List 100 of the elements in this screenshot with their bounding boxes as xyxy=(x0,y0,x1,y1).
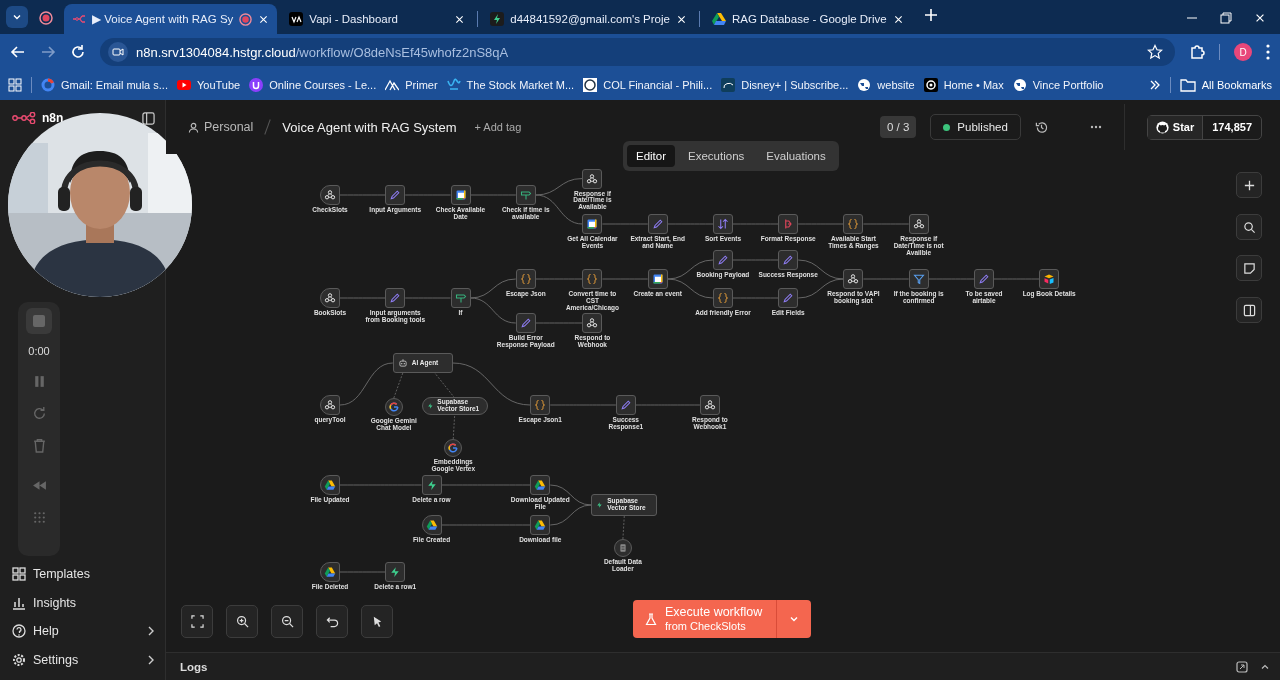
canvas-tool-button[interactable] xyxy=(1236,255,1262,281)
sidebar-item[interactable]: Insights xyxy=(12,588,155,617)
new-tab-icon[interactable] xyxy=(923,8,938,22)
grid-dots-icon[interactable] xyxy=(31,510,47,525)
workflow-node[interactable] xyxy=(385,288,406,308)
bookmark-link[interactable]: Primer xyxy=(405,79,438,91)
close-icon[interactable] xyxy=(454,13,466,25)
restore-icon[interactable] xyxy=(1220,12,1232,24)
browser-tab[interactable]: d44841592@gmail.com's Proje xyxy=(482,4,695,34)
tab-list-button[interactable] xyxy=(6,6,28,28)
canvas-tool-button[interactable] xyxy=(361,605,393,638)
rewind-icon[interactable] xyxy=(31,478,47,493)
close-icon[interactable] xyxy=(675,13,687,25)
view-tab[interactable]: Executions xyxy=(679,145,754,167)
workflow-node[interactable] xyxy=(530,475,551,495)
workflow-node[interactable] xyxy=(778,288,799,308)
workflow-node[interactable] xyxy=(712,250,733,270)
workflow-name[interactable]: Voice Agent with RAG System xyxy=(282,119,457,135)
publish-button[interactable]: Published xyxy=(930,114,1021,140)
address-bar[interactable]: n8n.srv1304084.hstgr.cloud/workflow/O8deNsEf45whofz2nS8qA xyxy=(100,38,1175,66)
bookmark-link[interactable]: Vince Portfolio xyxy=(1032,79,1104,91)
workflow-node[interactable] xyxy=(384,398,403,416)
workflow-node[interactable] xyxy=(582,214,603,234)
bookmark-link[interactable]: Online Courses - Le... xyxy=(269,79,377,91)
bookmark-link[interactable]: Disney+ | Subscribe... xyxy=(741,79,849,91)
bookmark-link[interactable]: The Stock Market M... xyxy=(466,79,575,91)
canvas-tool-button[interactable] xyxy=(316,605,348,638)
project-link[interactable]: Personal xyxy=(204,120,254,134)
workflow-node[interactable] xyxy=(515,269,536,289)
workflow-node[interactable] xyxy=(320,395,340,415)
workflow-node[interactable] xyxy=(421,475,442,495)
workflow-node[interactable] xyxy=(908,269,929,289)
workflow-node[interactable] xyxy=(320,562,340,582)
popout-icon[interactable] xyxy=(1236,660,1248,673)
canvas-tool-button[interactable] xyxy=(271,605,303,638)
bookmark-link[interactable]: Gmail: Email mula s... xyxy=(61,79,168,91)
bookmark-link[interactable]: COL Financial - Phili... xyxy=(603,79,713,91)
canvas-tool-button[interactable] xyxy=(1236,172,1262,198)
workflow-node[interactable] xyxy=(699,395,720,415)
canvas-tool-button[interactable] xyxy=(1236,297,1262,323)
add-tag-link[interactable]: + Add tag xyxy=(474,121,522,133)
apps-grid-icon[interactable] xyxy=(8,78,22,92)
workflow-node[interactable] xyxy=(973,269,994,289)
workflow-node[interactable] xyxy=(778,250,799,270)
workflow-node[interactable] xyxy=(647,214,668,234)
puzzle-icon[interactable] xyxy=(1189,44,1205,60)
bookmark-link[interactable]: Home • Max xyxy=(943,79,1004,91)
canvas-tool-button[interactable] xyxy=(226,605,258,638)
trash-icon[interactable] xyxy=(31,438,47,453)
back-icon[interactable] xyxy=(10,44,26,60)
workflow-node[interactable] xyxy=(843,214,864,234)
workflow-node[interactable] xyxy=(582,313,603,333)
workflow-node[interactable] xyxy=(320,185,340,205)
reload-icon[interactable] xyxy=(70,44,86,60)
workflow-node[interactable] xyxy=(385,185,406,205)
browser-tab[interactable]: Vapi - Dashboard xyxy=(281,4,474,34)
panel-toggle-icon[interactable] xyxy=(142,111,155,125)
profile-avatar[interactable]: D xyxy=(1234,43,1252,61)
workflow-node[interactable] xyxy=(582,168,603,189)
close-icon[interactable] xyxy=(892,13,904,25)
view-tab[interactable]: Evaluations xyxy=(757,145,835,167)
bookmark-link[interactable]: website xyxy=(877,79,915,91)
workflow-node[interactable] xyxy=(320,475,340,495)
workflow-node[interactable] xyxy=(320,288,340,308)
github-star-button[interactable]: Star 174,857 xyxy=(1146,114,1262,140)
restart-icon[interactable] xyxy=(31,406,47,421)
workflow-node[interactable] xyxy=(712,288,733,308)
browser-tab[interactable]: ▶ Voice Agent with RAG Sy xyxy=(64,4,278,34)
bookmark-link[interactable]: YouTube xyxy=(196,79,241,91)
close-icon[interactable] xyxy=(258,13,270,25)
stop-recording-button[interactable] xyxy=(26,308,52,334)
workflow-node[interactable] xyxy=(582,269,603,289)
workflow-node[interactable] xyxy=(647,269,668,289)
more-horizontal-icon[interactable] xyxy=(1089,125,1102,129)
workflow-node[interactable] xyxy=(530,515,551,535)
more-vertical-icon[interactable] xyxy=(1266,44,1270,60)
history-icon[interactable] xyxy=(1034,120,1048,134)
workflow-node[interactable] xyxy=(615,395,636,415)
workflow-node[interactable] xyxy=(908,214,929,234)
workflow-node[interactable] xyxy=(843,269,864,289)
bookmark-link[interactable]: All Bookmarks xyxy=(1201,79,1272,91)
workflow-node[interactable] xyxy=(385,562,406,582)
sidebar-item[interactable]: Help xyxy=(12,617,155,646)
canvas-tool-button[interactable] xyxy=(1236,214,1262,240)
workflow-node[interactable] xyxy=(1039,269,1060,289)
view-tab[interactable]: Editor xyxy=(627,145,676,167)
browser-tab[interactable]: RAG Database - Google Drive xyxy=(703,4,912,34)
close-icon[interactable] xyxy=(1254,12,1266,24)
workflow-node[interactable] xyxy=(515,313,536,333)
sidebar-item[interactable]: Templates xyxy=(12,560,155,589)
double-chevron-icon[interactable] xyxy=(1148,79,1161,91)
workflow-node[interactable] xyxy=(613,539,632,557)
workflow-node[interactable] xyxy=(450,185,471,205)
workflow-node[interactable] xyxy=(444,439,463,457)
star-icon[interactable] xyxy=(1147,44,1163,60)
workflow-node[interactable] xyxy=(712,214,733,234)
workflow-node[interactable] xyxy=(530,395,551,415)
forward-icon[interactable] xyxy=(40,44,56,60)
workflow-node[interactable] xyxy=(778,214,799,234)
workflow-node[interactable] xyxy=(515,185,536,205)
